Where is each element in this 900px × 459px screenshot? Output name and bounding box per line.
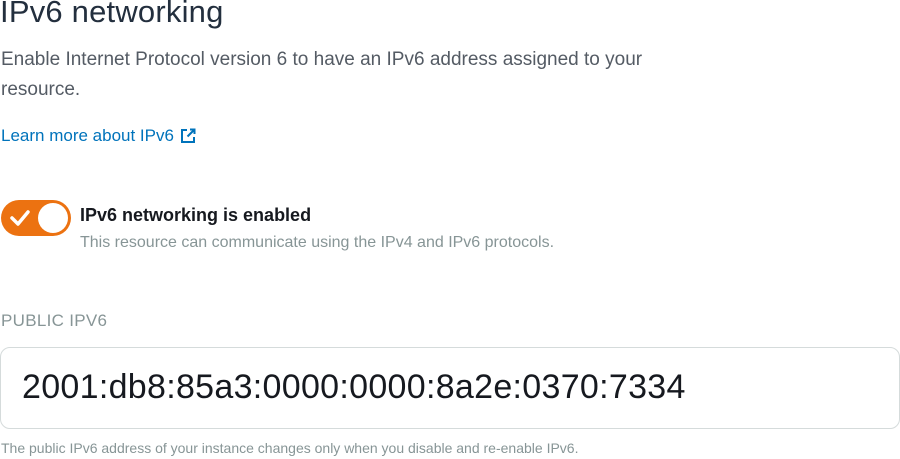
section-title: IPv6 networking [0,0,224,29]
toggle-label: IPv6 networking is enabled [80,205,312,225]
ipv6-toggle[interactable] [1,200,71,236]
external-link-icon [180,128,196,144]
public-ipv6-label: PUBLIC IPV6 [1,311,108,330]
public-ipv6-field[interactable]: 2001:db8:85a3:0000:0000:8a2e:0370:7334 [0,347,900,429]
public-ipv6-helper-text: The public IPv6 address of your instance… [1,440,579,456]
learn-more-link[interactable]: Learn more about IPv6 [1,126,196,146]
section-description: Enable Internet Protocol version 6 to ha… [1,49,643,100]
ipv6-networking-panel: IPv6 networking Enable Internet Protocol… [0,0,900,459]
toggle-description: This resource can communicate using the … [80,234,555,251]
public-ipv6-value[interactable]: 2001:db8:85a3:0000:0000:8a2e:0370:7334 [22,368,686,407]
checkmark-icon [9,209,31,232]
learn-more-label: Learn more about IPv6 [1,126,174,145]
toggle-knob [38,203,68,233]
